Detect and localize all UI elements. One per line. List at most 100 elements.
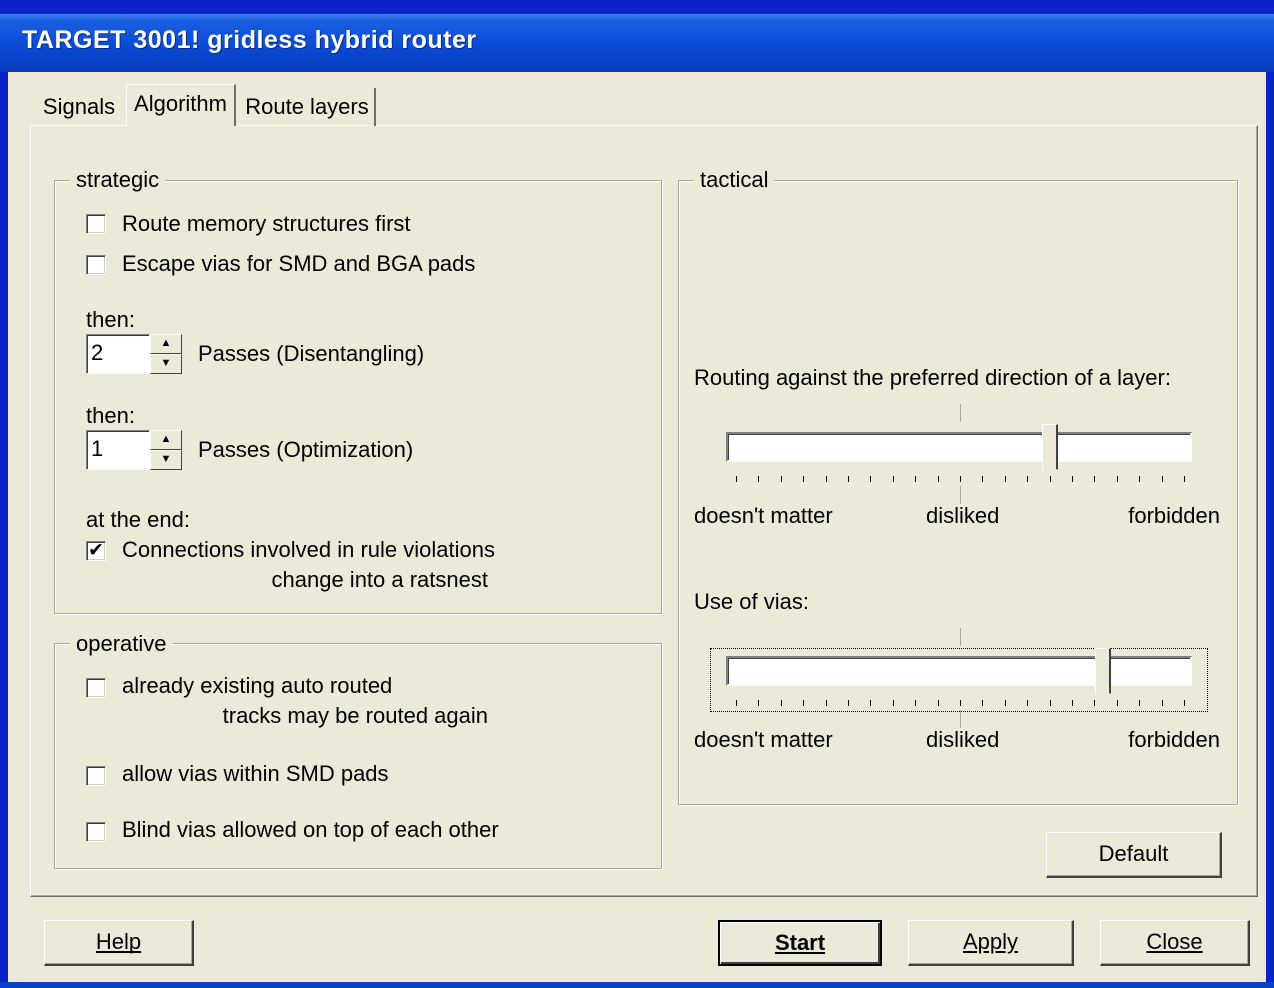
close-button[interactable]: Close — [1100, 920, 1250, 966]
vias-in-smd-label: allow vias within SMD pads — [122, 761, 389, 786]
slider-tick — [1072, 700, 1073, 706]
optimization-down-button[interactable]: ▼ — [150, 450, 182, 470]
route-memory-first-label: Route memory structures first — [122, 211, 411, 236]
slider-tick — [803, 476, 805, 482]
blind-vias-checkbox[interactable] — [86, 822, 106, 842]
at-the-end-label: at the end: — [86, 507, 190, 532]
slider-tick — [1094, 700, 1096, 706]
then-label-1: then: — [86, 307, 135, 332]
spin-up-icon: ▲ — [160, 337, 172, 349]
disentangling-passes-input[interactable]: 2 — [86, 334, 150, 374]
slider-tick — [803, 700, 805, 706]
tab-route-layers[interactable]: Route layers — [240, 88, 376, 126]
strategic-group-title: strategic — [70, 167, 166, 193]
vias-in-smd-checkbox[interactable] — [86, 766, 106, 786]
preferred-direction-min-label: doesn't matter — [694, 503, 833, 528]
then-label-2: then: — [86, 403, 135, 428]
preferred-direction-track[interactable] — [726, 432, 1192, 462]
preferred-direction-slider-thumb[interactable] — [1041, 424, 1058, 481]
spin-down-icon: ▼ — [160, 453, 172, 465]
slider-tick — [825, 700, 827, 706]
tab-signals[interactable]: Signals — [36, 88, 122, 126]
vias-usage-label: Use of vias: — [694, 589, 809, 614]
ratsnest-checkbox[interactable]: ✔ — [86, 541, 106, 561]
start-button-label: Start — [774, 930, 826, 955]
vias-usage-max-label: forbidden — [1128, 727, 1220, 752]
slider-tick — [915, 476, 917, 482]
slider-tick — [1049, 700, 1051, 706]
slider-tick — [1027, 476, 1029, 482]
ratsnest-label-line2: change into a ratsnest — [271, 567, 488, 592]
vias-usage-mid-mark — [960, 710, 961, 728]
vias-usage-mid-label: disliked — [926, 727, 1000, 752]
escape-vias-label: Escape vias for SMD and BGA pads — [122, 251, 476, 276]
slider-tick — [870, 700, 872, 706]
optimization-passes-label: Passes (Optimization) — [198, 437, 414, 462]
blind-vias-label: Blind vias allowed on top of each other — [122, 817, 499, 842]
disentangling-down-button[interactable]: ▼ — [150, 354, 182, 374]
slider-tick — [1184, 476, 1185, 482]
slider-tick — [1139, 476, 1141, 482]
optimization-passes-input[interactable]: 1 — [86, 430, 150, 470]
vias-usage-slider-thumb[interactable] — [1095, 648, 1112, 705]
optimization-up-button[interactable]: ▲ — [150, 430, 182, 450]
slider-tick — [1049, 476, 1051, 482]
slider-tick — [870, 476, 872, 482]
preferred-direction-max-label: forbidden — [1128, 503, 1220, 528]
vias-usage-min-label: doesn't matter — [694, 727, 833, 752]
slider-tick — [1116, 476, 1118, 482]
slider-tick — [892, 476, 894, 482]
disentangling-up-button[interactable]: ▲ — [150, 334, 182, 354]
vias-usage-track[interactable] — [726, 656, 1192, 686]
reroute-label-line2: tracks may be routed again — [222, 703, 488, 728]
slider-tick — [1161, 476, 1163, 482]
tactical-group-title: tactical — [694, 167, 775, 193]
reroute-label-line1: already existing auto routed — [122, 673, 393, 698]
slider-tick — [736, 476, 737, 482]
escape-vias-checkbox[interactable] — [86, 255, 106, 275]
window-bottom-border — [0, 982, 1274, 988]
ratsnest-label-line1: Connections involved in rule violations — [122, 537, 495, 562]
slider-tick — [1004, 476, 1006, 482]
slider-tick — [960, 476, 961, 482]
slider-tick — [758, 700, 760, 706]
vias-usage-center-mark — [960, 628, 961, 646]
close-button-label: Close — [1146, 929, 1203, 954]
slider-tick — [825, 476, 827, 482]
slider-tick — [915, 700, 917, 706]
start-button[interactable]: Start — [718, 920, 882, 966]
reroute-checkbox[interactable] — [86, 678, 106, 698]
slider-tick — [758, 476, 760, 482]
spin-down-icon: ▼ — [160, 357, 172, 369]
slider-tick — [982, 476, 984, 482]
route-memory-first-checkbox[interactable] — [86, 214, 106, 234]
slider-tick — [892, 700, 894, 706]
apply-button-label: Apply — [962, 929, 1019, 954]
spin-up-icon: ▲ — [160, 433, 172, 445]
preferred-direction-center-mark — [960, 404, 961, 422]
tab-algorithm[interactable]: Algorithm — [126, 84, 236, 126]
slider-tick — [1139, 700, 1141, 706]
window-title: TARGET 3001! gridless hybrid router — [22, 26, 477, 54]
slider-tick — [960, 700, 961, 706]
slider-tick — [736, 700, 737, 706]
disentangling-passes-label: Passes (Disentangling) — [198, 341, 425, 366]
preferred-direction-label: Routing against the preferred direction … — [694, 365, 1171, 390]
slider-tick — [982, 700, 984, 706]
slider-tick — [1094, 476, 1096, 482]
slider-tick — [848, 700, 849, 706]
slider-tick — [780, 476, 782, 482]
preferred-direction-mid-mark — [960, 486, 961, 504]
slider-tick — [848, 476, 849, 482]
slider-tick — [937, 476, 939, 482]
slider-tick — [1184, 700, 1185, 706]
slider-tick — [1004, 700, 1006, 706]
apply-button[interactable]: Apply — [908, 920, 1074, 966]
help-button-label: Help — [95, 929, 142, 954]
checkmark-icon: ✔ — [88, 540, 104, 561]
preferred-direction-mid-label: disliked — [926, 503, 1000, 528]
help-button[interactable]: Help — [44, 920, 194, 966]
default-button[interactable]: Default — [1046, 832, 1222, 878]
slider-tick — [1161, 700, 1163, 706]
slider-tick — [1072, 476, 1073, 482]
